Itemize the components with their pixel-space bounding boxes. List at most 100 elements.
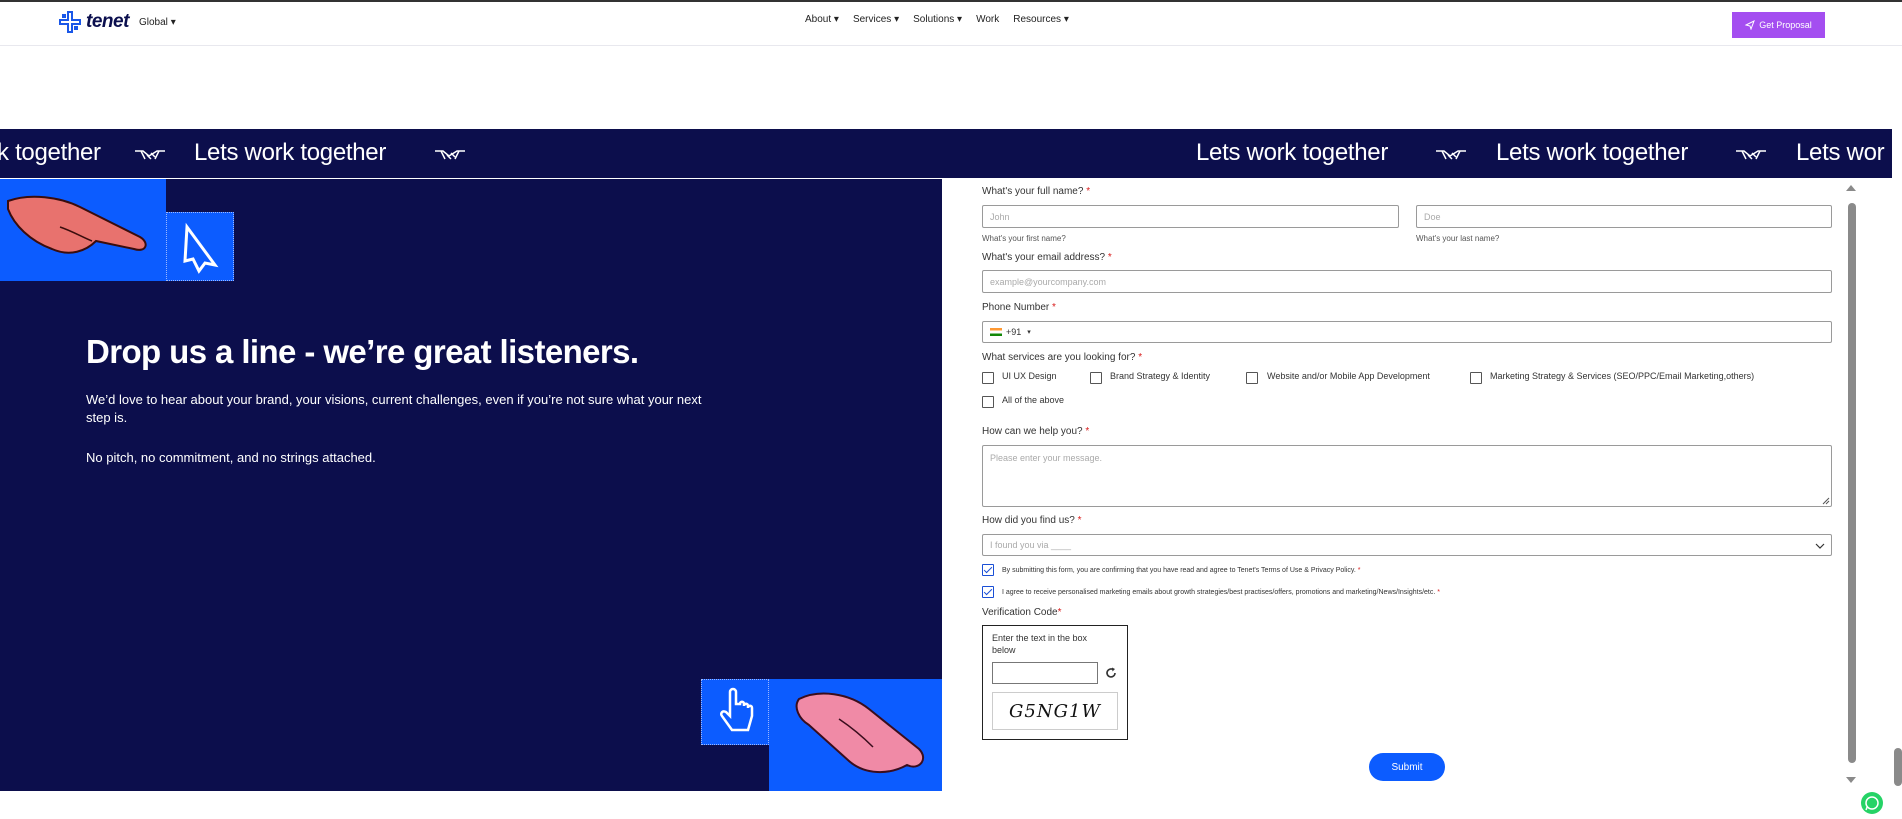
captcha-instruction: Enter the text in the box below <box>992 633 1088 655</box>
get-proposal-button[interactable]: Get Proposal <box>1732 12 1825 38</box>
main-nav: About ▾ Services ▾ Solutions ▾ Work Reso… <box>805 14 1069 25</box>
chevron-down-icon <box>1815 543 1825 549</box>
first-name-input[interactable]: John <box>982 205 1399 228</box>
region-label: Global <box>139 17 168 28</box>
handshake-icon <box>1736 150 1766 160</box>
service-checkbox-marketing[interactable] <box>1470 372 1482 384</box>
marquee-text: Lets work together <box>194 139 387 166</box>
phone-input[interactable]: +91 ▾ <box>982 321 1832 343</box>
captcha-image: G5NG1W <box>992 692 1118 730</box>
last-name-hint: What's your last name? <box>1416 234 1500 243</box>
reaching-hand-icon <box>795 692 925 774</box>
chevron-down-icon: ▾ <box>894 14 900 25</box>
label-text: What's your full name? <box>982 186 1084 197</box>
captcha-input[interactable] <box>992 662 1098 684</box>
nav-item-services[interactable]: Services ▾ <box>853 14 899 25</box>
required-mark: * <box>1138 352 1143 363</box>
service-checkbox-all[interactable] <box>982 396 994 408</box>
marketing-checkbox[interactable] <box>982 586 994 598</box>
last-name-placeholder: Doe <box>1424 211 1441 222</box>
nav-item-work[interactable]: Work <box>976 14 999 25</box>
service-label: Marketing Strategy & Services (SEO/PPC/E… <box>1490 371 1755 381</box>
label-text: Phone Number <box>982 302 1050 313</box>
consent-text: By submitting this form, you are confirm… <box>1002 567 1356 574</box>
tenet-logo-icon <box>59 11 81 33</box>
handshake-icon <box>135 150 165 160</box>
cursor-icon <box>183 222 219 274</box>
intro-paragraph-secondary: No pitch, no commitment, and no strings … <box>86 450 376 465</box>
country-flag-icon[interactable] <box>990 328 1002 336</box>
help-label: How can we help you? * <box>982 426 1089 437</box>
pointing-hand-icon <box>7 195 147 254</box>
site-header: tenet Global ▾ About ▾ Services ▾ Soluti… <box>0 2 1902 46</box>
nav-item-about[interactable]: About ▾ <box>805 14 839 25</box>
marquee-text: Lets work together <box>1196 139 1389 166</box>
label-text: How did you find us? <box>982 515 1075 526</box>
service-checkbox-ui-ux[interactable] <box>982 372 994 384</box>
hand-illustration-bottom <box>769 679 942 791</box>
email-placeholder: example@yourcompany.com <box>990 276 1107 287</box>
nav-label: Work <box>976 14 1000 25</box>
handshake-icon <box>1436 150 1466 160</box>
service-checkbox-web-app[interactable] <box>1246 372 1258 384</box>
nav-item-solutions[interactable]: Solutions ▾ <box>913 14 962 25</box>
handshake-icon <box>435 150 465 160</box>
get-proposal-label: Get Proposal <box>1759 20 1812 30</box>
marketing-consent-text: I agree to receive personalised marketin… <box>1002 589 1440 596</box>
country-code: +91 <box>1006 327 1022 337</box>
hand-cursor-icon <box>719 687 754 732</box>
chevron-down-icon: ▾ <box>833 14 839 25</box>
page-scrollbar-thumb[interactable] <box>1894 748 1902 786</box>
marquee-text: Lets wor <box>1796 139 1885 166</box>
chevron-down-icon: ▾ <box>1027 329 1031 336</box>
find-us-select[interactable]: I found you via ____ <box>982 534 1832 556</box>
last-name-input[interactable]: Doe <box>1416 205 1832 228</box>
service-checkbox-brand[interactable] <box>1090 372 1102 384</box>
send-icon <box>1745 20 1756 30</box>
label-text: How can we help you? <box>982 426 1083 437</box>
refresh-icon[interactable] <box>1104 666 1118 680</box>
marquee-banner: k together Lets work together Lets work … <box>0 129 1892 178</box>
required-mark: * <box>1077 515 1082 526</box>
region-selector[interactable]: Global ▾ <box>139 17 176 28</box>
marquee-text: k together <box>0 139 101 166</box>
resize-handle-icon[interactable] <box>1822 497 1830 505</box>
find-us-placeholder: I found you via ____ <box>990 540 1072 550</box>
first-name-hint: What's your first name? <box>982 234 1066 243</box>
nav-label: Resources <box>1013 14 1062 25</box>
required-mark: * <box>1085 426 1090 437</box>
hand-illustration-top <box>0 179 166 281</box>
label-text: Verification Code <box>982 607 1058 618</box>
tenet-logo[interactable]: tenet <box>58 10 129 34</box>
required-mark: * <box>1086 186 1091 197</box>
first-name-placeholder: John <box>990 211 1010 222</box>
email-label: What's your email address? * <box>982 252 1112 263</box>
whatsapp-chat-button[interactable] <box>1861 792 1883 814</box>
nav-label: Solutions <box>913 14 955 25</box>
label-text: What services are you looking for? <box>982 352 1136 363</box>
cursor-tile-bottom <box>701 679 769 745</box>
label-text: What's your email address? <box>982 252 1106 263</box>
required-mark: * <box>1107 252 1112 263</box>
scroll-down-icon[interactable] <box>1845 776 1857 784</box>
captcha-box: Enter the text in the box below G5NG1W <box>982 625 1128 740</box>
service-label: UI UX Design <box>1002 371 1057 381</box>
cursor-tile-top <box>166 212 234 281</box>
services-label: What services are you looking for? * <box>982 352 1142 363</box>
chevron-down-icon: ▾ <box>1063 14 1069 25</box>
submit-button[interactable]: Submit <box>1369 753 1445 781</box>
logo-text: tenet <box>86 11 129 32</box>
find-us-label: How did you find us? * <box>982 515 1082 526</box>
nav-label: About <box>805 14 832 25</box>
nav-label: Services <box>852 14 892 25</box>
nav-item-resources[interactable]: Resources ▾ <box>1013 14 1069 25</box>
service-label: Brand Strategy & Identity <box>1110 371 1211 381</box>
scroll-up-icon[interactable] <box>1845 184 1857 192</box>
terms-consent-text: By submitting this form, you are confirm… <box>1002 567 1361 574</box>
service-label: Website and/or Mobile App Development <box>1267 371 1430 381</box>
marquee-text: Lets work together <box>1496 139 1689 166</box>
email-input[interactable]: example@yourcompany.com <box>982 270 1832 293</box>
form-scrollbar-thumb[interactable] <box>1848 203 1856 763</box>
terms-checkbox[interactable] <box>982 564 994 576</box>
message-textarea[interactable]: Please enter your message. <box>982 445 1832 507</box>
